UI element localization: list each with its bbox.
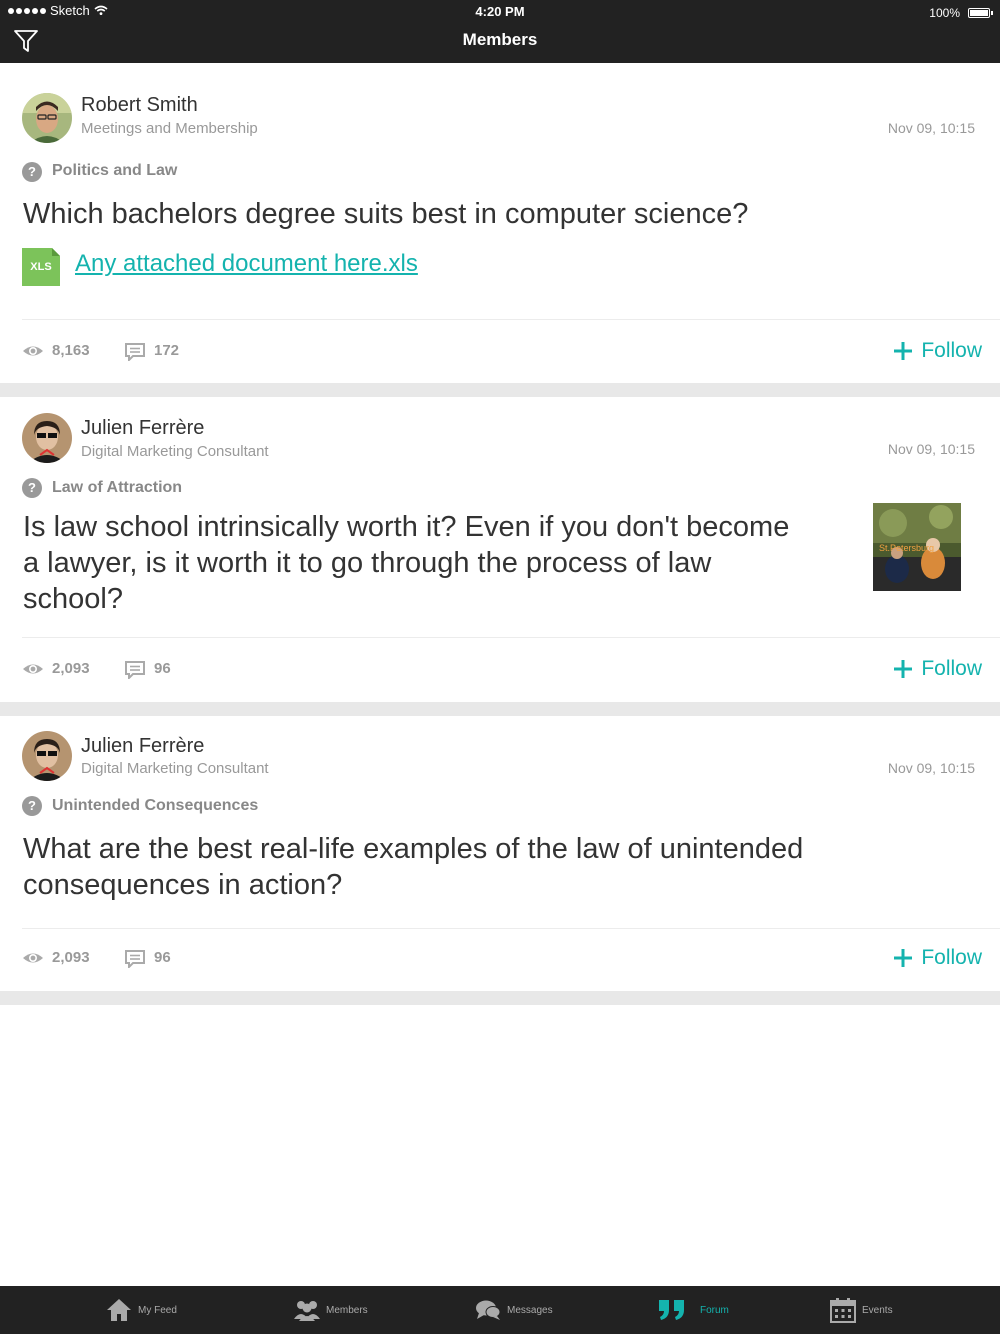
post-card[interactable]: Robert Smith Meetings and Membership Nov…	[0, 63, 1000, 383]
home-icon	[107, 1299, 131, 1321]
author-role: Meetings and Membership	[81, 120, 258, 137]
status-battery: 100%	[929, 6, 993, 20]
post-time: Nov 09, 10:15	[887, 120, 975, 136]
members-icon	[294, 1301, 320, 1321]
plus-icon	[894, 949, 913, 967]
tab-label: Forum	[700, 1304, 729, 1316]
tab-forum[interactable]: Forum	[658, 1286, 729, 1334]
avatar[interactable]	[22, 413, 72, 463]
tab-bar: My Feed Members Messages Forum Events	[0, 1286, 1000, 1334]
comment-count: 172	[154, 342, 180, 359]
follow-button[interactable]: Follow	[893, 339, 982, 363]
post-question[interactable]: What are the best real-life examples of …	[23, 831, 943, 903]
eye-icon	[23, 953, 43, 963]
divider	[22, 319, 1000, 320]
follow-label: Follow	[921, 946, 982, 969]
page-title: Members	[462, 30, 538, 49]
tab-messages[interactable]: Messages	[475, 1286, 553, 1334]
comment-icon	[125, 950, 145, 968]
question-icon: ?	[22, 796, 42, 816]
comment-icon	[125, 661, 145, 679]
follow-button[interactable]: Follow	[893, 657, 982, 681]
post-separator	[0, 991, 1000, 1005]
status-time: 4:20 PM	[475, 4, 525, 19]
eye-icon	[23, 664, 43, 674]
author-name[interactable]: Julien Ferrère	[81, 735, 204, 758]
post-category[interactable]: Politics and Law	[52, 162, 177, 180]
post-time: Nov 09, 10:15	[887, 441, 975, 457]
messages-icon	[476, 1300, 501, 1320]
view-count: 2,093	[52, 949, 90, 966]
comment-count: 96	[154, 660, 171, 677]
tab-label: Members	[326, 1304, 368, 1316]
post-card[interactable]: Julien Ferrère Digital Marketing Consult…	[0, 716, 1000, 991]
post-thumbnail[interactable]: St.Petersburg	[873, 503, 961, 591]
tab-label: Messages	[507, 1304, 553, 1316]
divider	[22, 637, 1000, 638]
post-category[interactable]: Law of Attraction	[52, 479, 182, 497]
xls-label: XLS	[30, 261, 52, 273]
tab-members[interactable]: Members	[294, 1286, 368, 1334]
follow-button[interactable]: Follow	[893, 946, 982, 970]
post-separator	[0, 383, 1000, 397]
post-question[interactable]: Is law school intrinsically worth it? Ev…	[23, 509, 813, 617]
navigation-header: Sketch 4:20 PM 100% Members	[0, 0, 1000, 63]
post-time: Nov 09, 10:15	[887, 760, 975, 776]
author-name[interactable]: Robert Smith	[81, 94, 198, 117]
avatar[interactable]	[22, 731, 72, 781]
view-count: 8,163	[52, 342, 90, 359]
plus-icon	[894, 342, 913, 360]
post-card[interactable]: Julien Ferrère Digital Marketing Consult…	[0, 397, 1000, 702]
follow-label: Follow	[921, 657, 982, 680]
thumbnail-caption: St.Petersburg	[879, 543, 935, 553]
post-category[interactable]: Unintended Consequences	[52, 797, 258, 815]
author-role: Digital Marketing Consultant	[81, 760, 269, 777]
tab-events[interactable]: Events	[830, 1286, 893, 1334]
follow-label: Follow	[921, 339, 982, 362]
avatar[interactable]	[22, 93, 72, 143]
battery-icon	[968, 8, 993, 18]
plus-icon	[894, 660, 913, 678]
author-name[interactable]: Julien Ferrère	[81, 417, 204, 440]
tab-my-feed[interactable]: My Feed	[106, 1286, 177, 1334]
comment-count: 96	[154, 949, 171, 966]
question-icon: ?	[22, 162, 42, 182]
question-icon: ?	[22, 478, 42, 498]
quote-icon	[659, 1300, 684, 1320]
attachment-link[interactable]: Any attached document here.xls	[75, 250, 418, 278]
divider	[22, 928, 1000, 929]
tab-label: My Feed	[138, 1304, 177, 1316]
eye-icon	[23, 346, 43, 356]
comment-icon	[125, 343, 145, 361]
tab-label: Events	[862, 1304, 893, 1316]
author-role: Digital Marketing Consultant	[81, 443, 269, 460]
view-count: 2,093	[52, 660, 90, 677]
calendar-icon	[830, 1298, 856, 1323]
post-separator	[0, 702, 1000, 716]
battery-percent: 100%	[929, 6, 960, 20]
post-question[interactable]: Which bachelors degree suits best in com…	[23, 196, 923, 232]
